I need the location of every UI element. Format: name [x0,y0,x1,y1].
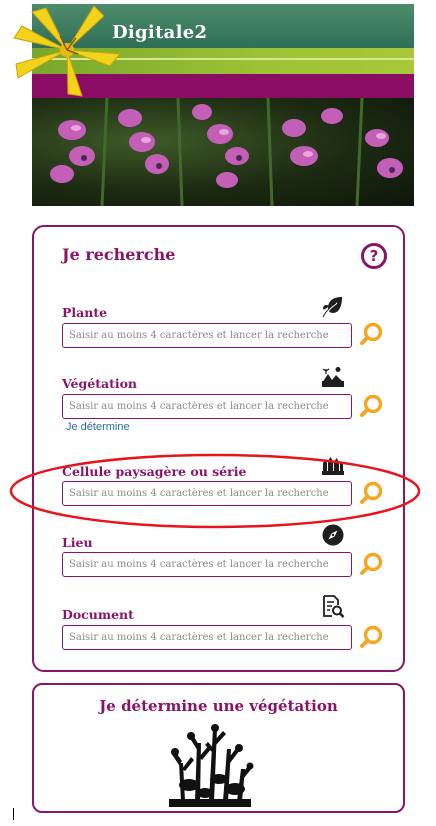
determine-panel[interactable]: Je détermine une végétation [32,683,405,813]
cellule-label: Cellule paysagère ou série [62,464,247,479]
cellule-search-input[interactable] [62,481,352,506]
vegetation-series-icon [322,457,344,475]
leaf-icon [322,297,342,318]
determine-panel-title[interactable]: Je détermine une végétation [34,697,403,715]
magnifier-icon[interactable] [359,624,385,650]
lieu-search-input[interactable] [62,552,352,577]
vegetation-silhouette-icon[interactable] [161,723,259,809]
search-panel: Je recherche ? Plante Végétation Je déte… [32,225,405,672]
site-title[interactable]: Digitale2 [112,22,207,43]
compass-icon [322,524,344,546]
magnifier-icon[interactable] [359,393,385,419]
je-determine-link[interactable]: Je détermine [66,421,130,433]
vegetation-search-input[interactable] [62,394,352,419]
help-circle-icon[interactable]: ? [361,243,387,269]
landscape-icon [322,367,344,387]
lieu-label: Lieu [62,535,93,550]
lily-logo-icon[interactable] [12,2,122,98]
plante-label: Plante [62,305,108,320]
text-cursor [13,808,14,820]
vegetation-label: Végétation [62,376,138,391]
plante-search-input[interactable] [62,323,352,348]
magnifier-icon[interactable] [359,321,385,347]
document-search-input[interactable] [62,625,352,650]
search-panel-title: Je recherche [62,245,176,264]
foxglove-photo [32,98,414,206]
document-label: Document [62,607,134,622]
document-search-icon [323,595,345,618]
magnifier-icon[interactable] [359,551,385,577]
magnifier-icon[interactable] [359,480,385,506]
